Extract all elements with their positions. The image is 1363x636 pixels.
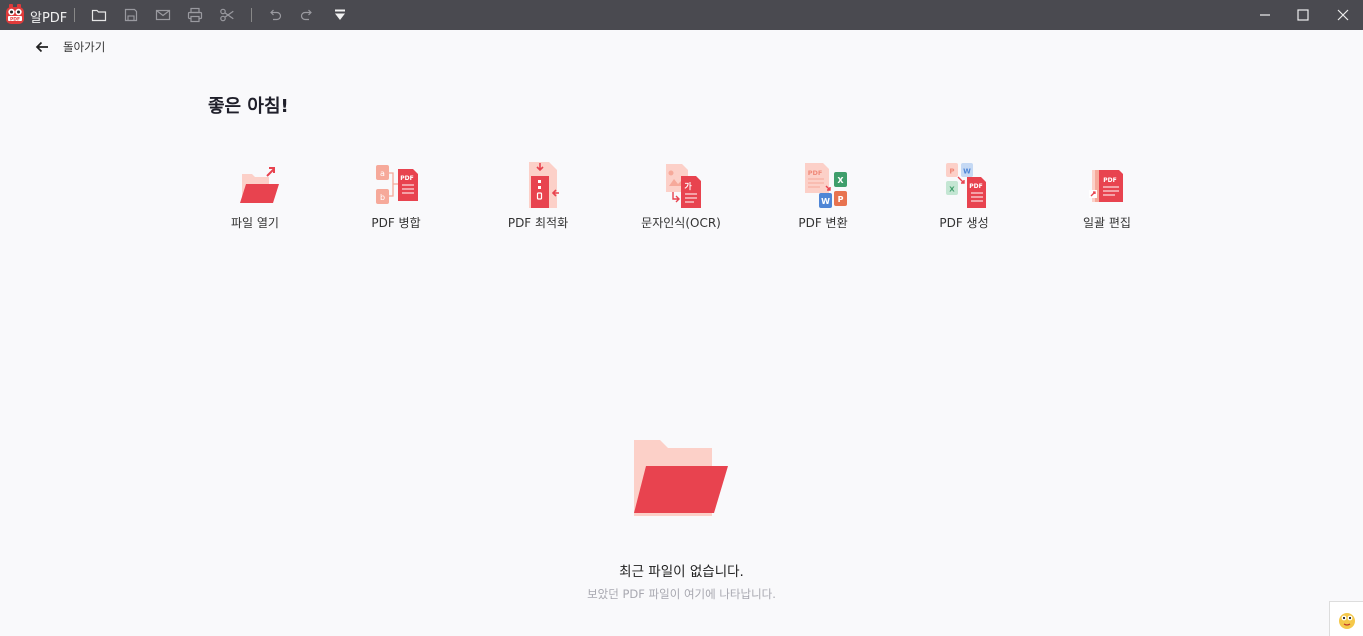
- tool-label: PDF 변환: [798, 216, 848, 230]
- svg-text:W: W: [963, 168, 971, 176]
- print-icon[interactable]: [186, 6, 204, 24]
- svg-text:PDF: PDF: [400, 175, 413, 182]
- svg-text:X: X: [949, 186, 955, 194]
- app-name: 알PDF: [30, 11, 68, 26]
- back-label: 돌아가기: [63, 40, 106, 54]
- toolbar-separator: [251, 8, 252, 22]
- svg-text:W: W: [821, 197, 830, 206]
- optimize-pdf-icon: [529, 162, 559, 208]
- mascot-helper-icon[interactable]: [1329, 601, 1363, 636]
- tool-label: 문자인식(OCR): [641, 216, 721, 230]
- open-file-icon: [240, 167, 279, 203]
- svg-text:P: P: [838, 195, 844, 204]
- tool-open-file[interactable]: 파일 열기: [195, 160, 315, 235]
- back-button[interactable]: 돌아가기: [34, 38, 105, 56]
- empty-folder-icon: [634, 440, 728, 516]
- alpdf-logo-icon: PDF: [6, 4, 24, 24]
- empty-state-subtitle: 보았던 PDF 파일이 여기에 나타납니다.: [587, 587, 776, 601]
- svg-text:PDF: PDF: [1103, 177, 1116, 184]
- tool-label: PDF 최적화: [507, 216, 569, 230]
- tool-label: 파일 열기: [231, 216, 279, 230]
- svg-text:가: 가: [684, 181, 692, 191]
- arrow-left-icon: [35, 41, 48, 53]
- svg-text:PDF: PDF: [808, 169, 823, 177]
- svg-text:a: a: [380, 169, 385, 178]
- tool-optimize-pdf[interactable]: PDF 최적화: [478, 160, 598, 235]
- greeting-heading: 좋은 아침!: [208, 96, 289, 117]
- convert-pdf-icon: PDF X W P: [805, 163, 847, 208]
- merge-pdf-icon: a b PDF: [376, 165, 418, 204]
- title-bar: PDF 알PDF: [0, 0, 1363, 30]
- empty-state-title: 최근 파일이 없습니다.: [619, 564, 744, 580]
- tool-label: PDF 생성: [939, 216, 989, 230]
- tool-create-pdf[interactable]: P W X PDF PDF 생성: [904, 160, 1024, 235]
- tool-ocr[interactable]: 가 문자인식(OCR): [621, 160, 741, 235]
- tool-merge-pdf[interactable]: a b PDF PDF 병합: [336, 160, 456, 235]
- tool-batch-edit[interactable]: PDF 일괄 편집: [1047, 160, 1167, 235]
- tool-label: 일괄 편집: [1083, 216, 1131, 230]
- mail-icon[interactable]: [154, 6, 172, 24]
- ocr-icon: 가: [666, 164, 701, 208]
- close-icon[interactable]: [1320, 0, 1363, 30]
- batch-edit-icon: PDF: [1089, 170, 1123, 202]
- redo-icon[interactable]: [298, 6, 316, 24]
- toolbar-separator: [74, 8, 75, 22]
- svg-text:X: X: [837, 176, 844, 185]
- create-pdf-icon: P W X PDF: [946, 163, 986, 208]
- svg-text:b: b: [380, 193, 385, 202]
- tool-convert-pdf[interactable]: PDF X W P PDF 변환: [763, 160, 883, 235]
- undo-icon[interactable]: [266, 6, 284, 24]
- svg-text:PDF: PDF: [10, 16, 20, 22]
- folder-icon[interactable]: [90, 6, 108, 24]
- dropdown-menu-icon[interactable]: [331, 6, 349, 24]
- svg-text:P: P: [949, 168, 954, 176]
- tool-label: PDF 병합: [371, 216, 421, 230]
- save-icon[interactable]: [122, 6, 140, 24]
- svg-text:PDF: PDF: [969, 183, 982, 190]
- scissors-icon[interactable]: [218, 6, 236, 24]
